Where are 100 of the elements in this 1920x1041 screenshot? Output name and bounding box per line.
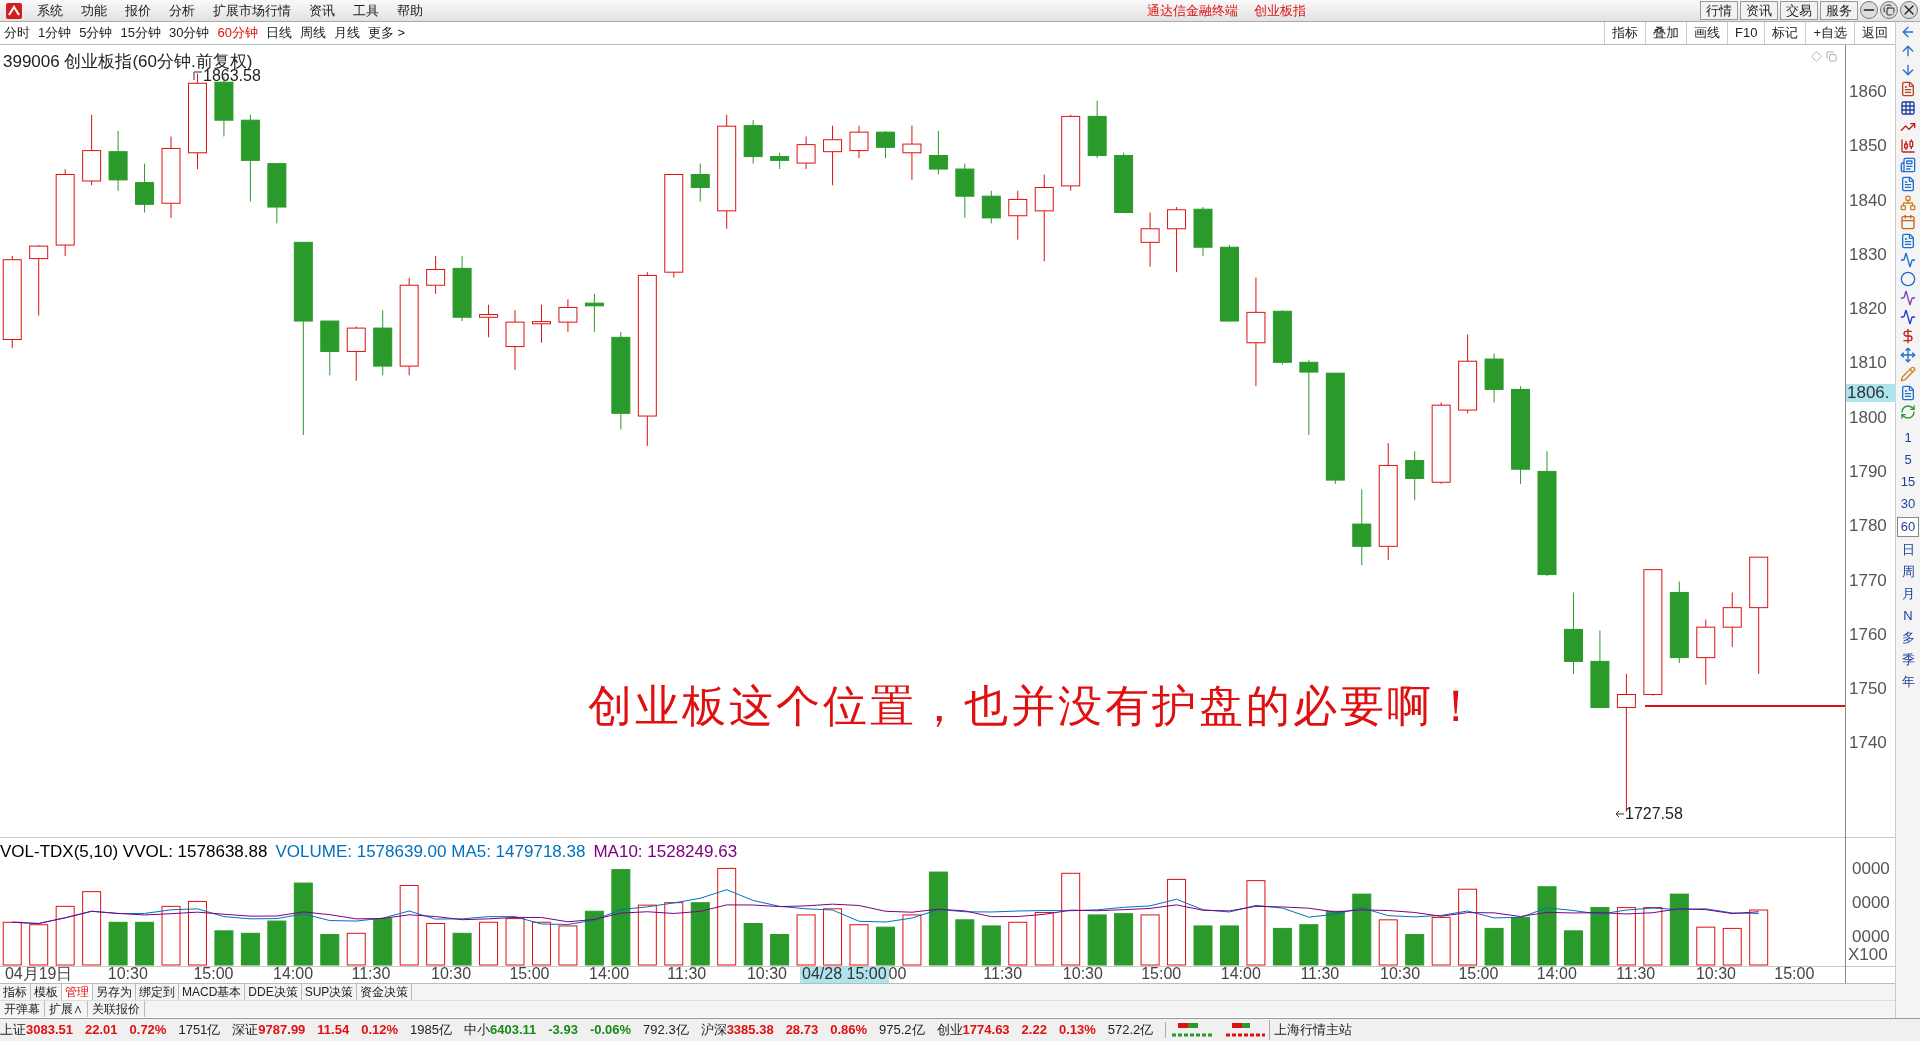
- back-arrow-icon[interactable]: [1900, 24, 1916, 40]
- menu-item[interactable]: 系统: [28, 0, 72, 21]
- panel-tab[interactable]: 开弹幕: [0, 1001, 45, 1017]
- chart-tool-button[interactable]: 画线: [1686, 22, 1727, 44]
- panel-tab[interactable]: 扩展∧: [45, 1001, 88, 1017]
- chart-tool-button[interactable]: +自选: [1805, 22, 1854, 44]
- price-axis-label: 1830: [1849, 245, 1887, 264]
- period-button[interactable]: 15: [1897, 473, 1919, 491]
- menu-item[interactable]: 分析: [160, 0, 204, 21]
- close-icon[interactable]: [1900, 1, 1918, 19]
- index-percent: 0.72%: [129, 1021, 167, 1040]
- volume-bar: [770, 934, 790, 966]
- tree-icon[interactable]: [1900, 195, 1916, 211]
- wave-icon[interactable]: [1900, 290, 1916, 306]
- period-button[interactable]: 多: [1897, 629, 1919, 647]
- toolbar-button[interactable]: 服务: [1820, 1, 1858, 20]
- grid-icon[interactable]: [1900, 100, 1916, 116]
- indicator-tab[interactable]: 管理: [62, 984, 93, 1000]
- dollar-icon[interactable]: [1900, 328, 1916, 344]
- menu-item[interactable]: 功能: [72, 0, 116, 21]
- window-title: 创业板指: [1253, 1, 1306, 20]
- period-tab[interactable]: 15分钟: [116, 23, 165, 43]
- menu-item[interactable]: 报价: [116, 0, 160, 21]
- candlestick: [1696, 619, 1716, 686]
- volume-bar: [1484, 927, 1504, 966]
- period-button[interactable]: 月: [1897, 585, 1919, 603]
- period-button[interactable]: 日: [1897, 541, 1919, 559]
- period-button[interactable]: 30: [1897, 495, 1919, 513]
- period-tab[interactable]: 1分钟: [34, 23, 76, 43]
- volume-bar: [479, 921, 499, 966]
- period-button[interactable]: N: [1897, 607, 1919, 625]
- period-button[interactable]: 1: [1897, 429, 1919, 447]
- document-icon[interactable]: [1900, 81, 1916, 97]
- period-tab[interactable]: 30分钟: [164, 23, 214, 43]
- period-button[interactable]: 60: [1897, 517, 1919, 537]
- candlestick: [743, 119, 763, 165]
- volume-bar: [1087, 914, 1107, 966]
- toolbar-button[interactable]: 行情: [1700, 1, 1738, 20]
- volume-bar: [664, 902, 684, 966]
- toolbar-button[interactable]: 交易: [1780, 1, 1818, 20]
- marker-icon: [1615, 808, 1625, 819]
- marker-icon: [193, 70, 203, 81]
- candlestick: [770, 152, 790, 170]
- period-tab[interactable]: 更多 >: [363, 23, 410, 43]
- candlestick: [108, 130, 128, 192]
- refresh-icon[interactable]: [1900, 404, 1916, 420]
- price-axis-label: 1820: [1849, 300, 1887, 319]
- toolbar-button[interactable]: 资讯: [1740, 1, 1778, 20]
- volume-bar: [1325, 910, 1345, 966]
- price-axis-label: 1860: [1849, 83, 1887, 102]
- index-change: 2.22: [1021, 1021, 1047, 1040]
- volume-bar: [637, 904, 657, 966]
- menu-item[interactable]: 帮助: [388, 0, 432, 21]
- period-button[interactable]: 季: [1897, 651, 1919, 669]
- index-amount: 1985亿: [410, 1021, 452, 1040]
- volume-bar: [558, 925, 578, 966]
- price-axis-label: 1850: [1849, 137, 1887, 156]
- period-tab[interactable]: 60分钟: [213, 23, 262, 43]
- volume-bar: [1272, 927, 1292, 966]
- volume-bar: [1643, 907, 1663, 966]
- period-button[interactable]: 年: [1897, 673, 1919, 691]
- menu-item[interactable]: 扩展市场行情: [204, 0, 300, 21]
- move-icon[interactable]: [1900, 347, 1916, 363]
- period-tab[interactable]: 日线: [261, 23, 296, 43]
- period-tab[interactable]: 5分钟: [75, 23, 117, 43]
- period-tab[interactable]: 月线: [329, 23, 364, 43]
- menu-item[interactable]: 工具: [344, 0, 388, 21]
- candlestick: [928, 130, 948, 175]
- index-percent: -0.06%: [589, 1021, 632, 1040]
- candlestick: [373, 309, 393, 376]
- news-icon[interactable]: [1900, 157, 1916, 173]
- period-tab[interactable]: 分时: [0, 23, 34, 43]
- price-axis-label: 1840: [1849, 191, 1887, 210]
- index-change: 28.73: [785, 1021, 819, 1040]
- time-axis-label: 00: [888, 967, 907, 983]
- volume-legend: MA10: 1528249.63: [593, 839, 738, 865]
- volume-bar: [29, 924, 49, 966]
- period-button[interactable]: 周: [1897, 563, 1919, 581]
- index-value: 3385.38: [726, 1021, 774, 1040]
- volume-bar: [1193, 925, 1213, 966]
- index-percent: 0.13%: [1058, 1021, 1096, 1040]
- period-tab[interactable]: 周线: [295, 23, 330, 43]
- period-button[interactable]: 5: [1897, 451, 1919, 469]
- candlestick: [1722, 591, 1742, 648]
- price-axis-label: 1760: [1849, 625, 1887, 644]
- calendar-icon[interactable]: [1900, 214, 1916, 230]
- chart-tool-button[interactable]: F10: [1727, 22, 1765, 44]
- volume-legend: VOLUME: 1578639.00 MA5: 1479718.38: [275, 839, 586, 865]
- chart-tool-button[interactable]: 叠加: [1645, 22, 1686, 44]
- circle-icon[interactable]: [1900, 271, 1916, 287]
- restore-icon[interactable]: [1880, 1, 1898, 19]
- pencil-icon[interactable]: [1900, 366, 1916, 382]
- minimize-icon[interactable]: [1860, 1, 1878, 19]
- candlestick-icon[interactable]: [1900, 138, 1916, 154]
- volume-bar: [267, 920, 287, 966]
- chart-tool-button[interactable]: 标记: [1764, 22, 1806, 44]
- panel-tab[interactable]: 关联报价: [88, 1001, 145, 1017]
- cursor-time-label: 04/28 15:00: [800, 967, 889, 983]
- menu-item[interactable]: 资讯: [300, 0, 344, 21]
- chart-tool-button[interactable]: 指标: [1604, 22, 1645, 44]
